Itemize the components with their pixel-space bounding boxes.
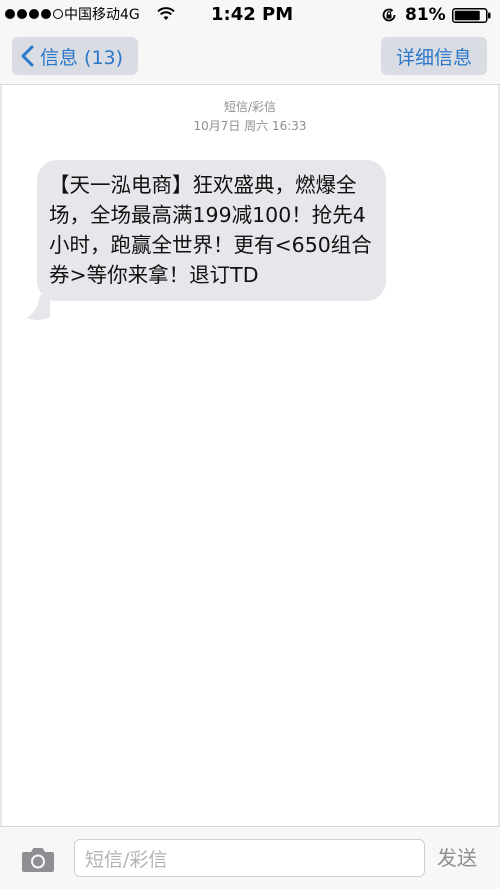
message-input[interactable]: 短信/彩信	[74, 839, 425, 877]
back-button[interactable]: 信息 (13)	[12, 37, 138, 75]
bubble-tail	[26, 295, 50, 320]
message-input-placeholder: 短信/彩信	[85, 848, 168, 871]
signal-dot	[5, 9, 15, 19]
signal-dot	[29, 9, 39, 19]
message-timestamp: 10月7日 周六 16:33	[193, 119, 307, 133]
back-button-label: 信息 (13)	[40, 46, 124, 69]
battery-icon	[452, 8, 491, 23]
signal-dot	[41, 9, 51, 19]
composer-bar: 短信/彩信 发送	[0, 826, 500, 889]
navigation-bar: 信息 (13) 详细信息	[0, 30, 500, 85]
status-time: 1:42 PM	[211, 4, 294, 25]
rotation-lock-icon	[382, 8, 396, 22]
incoming-message-bubble: 【天一泓电商】狂欢盛典，燃爆全场，全场最高满199减100！抢先4小时，跑赢全世…	[37, 160, 386, 301]
signal-dot	[17, 9, 27, 19]
conversation-title-redacted	[175, 43, 325, 73]
send-button[interactable]: 发送	[437, 844, 477, 872]
status-bar: 中国移动4G 1:42 PM 81%	[0, 0, 500, 30]
carrier-label: 中国移动4G	[64, 7, 140, 23]
battery-percent: 81%	[405, 5, 446, 25]
details-button[interactable]: 详细信息	[381, 37, 487, 75]
signal-strength-icon	[5, 9, 63, 21]
details-button-label: 详细信息	[395, 46, 472, 69]
message-text: 【天一泓电商】狂欢盛典，燃爆全场，全场最高满199减100！抢先4小时，跑赢全世…	[49, 173, 372, 287]
chevron-left-icon	[21, 45, 34, 67]
message-type-label: 短信/彩信	[223, 100, 277, 114]
camera-icon[interactable]	[21, 846, 55, 873]
signal-dot-empty	[53, 9, 63, 19]
wifi-icon	[157, 7, 175, 20]
